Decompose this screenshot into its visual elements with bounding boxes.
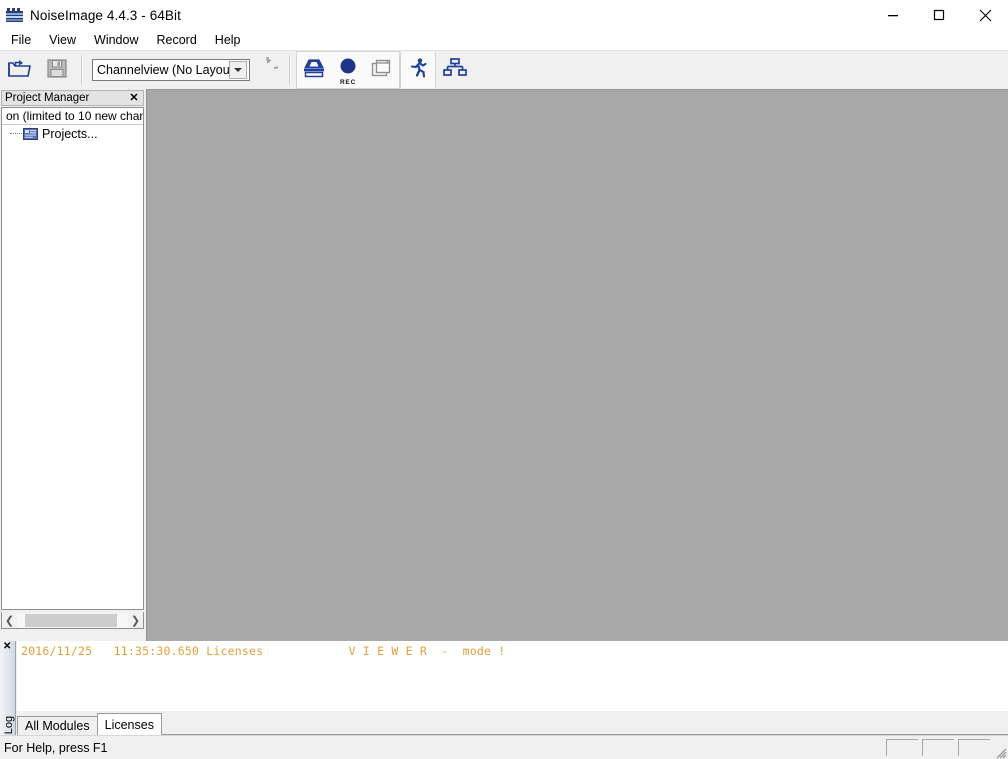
measurement-device-icon (301, 56, 327, 85)
log-dock-side-strip[interactable]: ✕ Log (0, 641, 16, 735)
log-dock: ✕ Log 2016/11/25 11:35:30.650 Licenses V… (0, 641, 1008, 735)
new-window-button[interactable] (366, 53, 398, 87)
tab-all-modules[interactable]: All Modules (17, 716, 98, 735)
tree-item-projects[interactable]: Projects... (2, 125, 143, 143)
new-document-window-icon (370, 57, 394, 84)
menu-bar: File View Window Record Help (0, 30, 1008, 51)
noiseimage-logo-icon (6, 7, 23, 23)
application-window: NoiseImage 4.4.3 - 64Bit File View Windo… (0, 0, 1008, 759)
toolbar-separator-2 (289, 55, 291, 85)
mdi-workspace[interactable] (147, 89, 1008, 641)
menu-window[interactable]: Window (85, 31, 147, 49)
record-button-label: REC (339, 79, 357, 86)
run-button[interactable] (402, 53, 434, 87)
refresh-circular-arrow-icon (256, 51, 283, 84)
project-manager-tree-panel[interactable]: on (limited to 10 new chan Projects... (1, 107, 144, 610)
record-toolgroup: REC (296, 51, 400, 89)
save-button[interactable] (39, 53, 75, 87)
maximize-icon (933, 9, 945, 21)
hscrollbar-thumb[interactable] (25, 613, 117, 627)
chevron-right-icon[interactable]: ❯ (128, 613, 143, 628)
menu-file[interactable]: File (2, 31, 40, 49)
layout-combobox-value: Channelview (No Layout) (97, 63, 229, 77)
network-button[interactable] (437, 53, 473, 87)
log-output-area[interactable]: 2016/11/25 11:35:30.650 Licenses V I E W… (17, 641, 1008, 712)
status-hint: For Help, press F1 (4, 741, 108, 755)
tree-item-projects-label: Projects... (42, 127, 98, 141)
project-manager-title: Project Manager (5, 92, 90, 104)
close-button[interactable] (962, 0, 1008, 30)
menu-help[interactable]: Help (206, 31, 250, 49)
network-hierarchy-icon (443, 57, 467, 84)
main-toolbar: Channelview (No Layout) REC (0, 51, 1008, 90)
menu-view[interactable]: View (40, 31, 85, 49)
title-bar: NoiseImage 4.4.3 - 64Bit (0, 0, 1008, 30)
minimize-button[interactable] (870, 0, 916, 30)
open-folder-icon (7, 57, 31, 84)
close-icon[interactable]: ✕ (3, 642, 11, 652)
open-project-button[interactable] (1, 53, 37, 87)
running-man-icon (407, 57, 429, 84)
log-tab-strip: All Modules Licenses (17, 711, 1008, 735)
toolbar-separator-1 (81, 55, 83, 85)
projects-folder-icon (23, 127, 38, 141)
status-pane-group (882, 739, 990, 756)
chevron-left-icon[interactable]: ❮ (2, 613, 17, 628)
close-icon[interactable]: ✕ (127, 91, 141, 105)
layout-combobox[interactable]: Channelview (No Layout) (92, 59, 250, 81)
status-pane-3 (958, 739, 990, 756)
license-notice-row: on (limited to 10 new chan (2, 108, 143, 125)
status-pane-2 (922, 739, 954, 756)
close-icon (979, 9, 991, 21)
log-entry-text: 2016/11/25 11:35:30.650 Licenses V I E W… (21, 644, 506, 658)
log-entry-row: 2016/11/25 11:35:30.650 Licenses V I E W… (17, 641, 1008, 658)
floppy-save-icon (46, 57, 68, 84)
hscrollbar-track[interactable] (17, 612, 128, 628)
project-manager-hscrollbar[interactable]: ❮ ❯ (1, 612, 144, 629)
measurement-device-button[interactable] (298, 53, 330, 87)
maximize-button[interactable] (916, 0, 962, 30)
tree-connector (10, 133, 22, 135)
record-button[interactable]: REC (332, 53, 364, 87)
menu-record[interactable]: Record (148, 31, 206, 49)
project-manager-dock: Project Manager ✕ on (limited to 10 new … (0, 89, 147, 641)
status-pane-1 (886, 739, 918, 756)
refresh-button[interactable] (251, 51, 283, 87)
run-toolgroup (400, 52, 436, 88)
minimize-icon (888, 15, 898, 17)
project-manager-caption-bar[interactable]: Project Manager ✕ (1, 90, 144, 106)
resize-grip-icon[interactable] (993, 745, 1007, 759)
chevron-down-icon[interactable] (229, 61, 247, 79)
tab-licenses[interactable]: Licenses (96, 713, 162, 735)
window-title: NoiseImage 4.4.3 - 64Bit (30, 7, 181, 23)
client-area: Project Manager ✕ on (limited to 10 new … (0, 89, 1008, 641)
status-bar: For Help, press F1 (0, 735, 1008, 759)
window-controls (870, 0, 1008, 30)
